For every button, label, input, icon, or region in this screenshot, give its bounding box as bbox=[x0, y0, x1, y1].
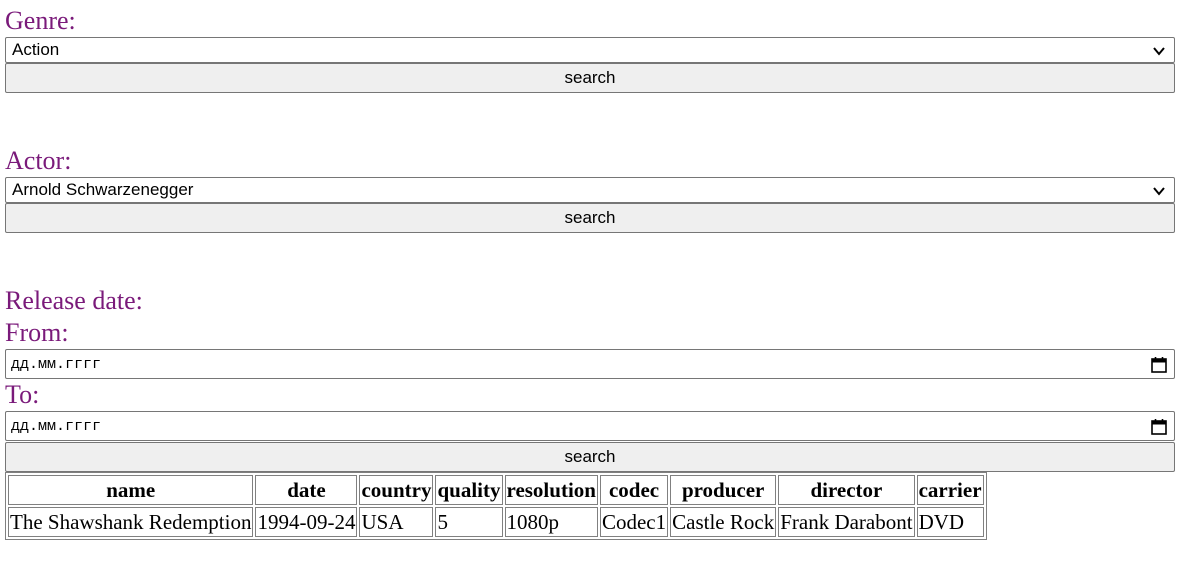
column-header-date: date bbox=[255, 475, 358, 505]
cell-date: 1994-09-24 bbox=[255, 507, 358, 537]
column-header-director: director bbox=[778, 475, 915, 505]
genre-search-button[interactable]: search bbox=[5, 63, 1175, 93]
cell-codec: Codec1 bbox=[599, 507, 669, 537]
genre-label: Genre: bbox=[5, 6, 76, 35]
table-header-row: name date country quality resolution cod… bbox=[8, 475, 984, 505]
column-header-carrier: carrier bbox=[916, 475, 984, 505]
table-row: The Shawshank Redemption 1994-09-24 USA … bbox=[8, 507, 984, 537]
actor-label: Actor: bbox=[5, 146, 72, 175]
column-header-codec: codec bbox=[599, 475, 669, 505]
from-date-input[interactable]: дд.мм.гггг bbox=[5, 349, 1175, 379]
to-date-input[interactable]: дд.мм.гггг bbox=[5, 411, 1175, 441]
from-date-placeholder: дд.мм.гггг bbox=[11, 356, 102, 373]
column-header-quality: quality bbox=[435, 475, 503, 505]
chevron-down-icon bbox=[1153, 187, 1165, 196]
to-label: To: bbox=[5, 380, 40, 409]
from-label: From: bbox=[5, 318, 69, 347]
calendar-icon[interactable] bbox=[1150, 356, 1168, 374]
cell-carrier: DVD bbox=[916, 507, 984, 537]
to-date-placeholder: дд.мм.гггг bbox=[11, 418, 102, 435]
actor-select-value: Arnold Schwarzenegger bbox=[12, 180, 194, 199]
release-search-button[interactable]: search bbox=[5, 442, 1175, 472]
release-date-label: Release date: bbox=[5, 286, 143, 315]
cell-country: USA bbox=[359, 507, 434, 537]
cell-director: Frank Darabont bbox=[778, 507, 915, 537]
column-header-resolution: resolution bbox=[504, 475, 598, 505]
genre-select-value: Action bbox=[12, 40, 60, 59]
results-table: name date country quality resolution cod… bbox=[5, 472, 987, 540]
cell-resolution: 1080p bbox=[504, 507, 598, 537]
actor-search-button[interactable]: search bbox=[5, 203, 1175, 233]
chevron-down-icon bbox=[1153, 47, 1165, 56]
column-header-name: name bbox=[8, 475, 254, 505]
column-header-country: country bbox=[359, 475, 434, 505]
actor-select[interactable]: Arnold Schwarzenegger bbox=[5, 177, 1175, 203]
cell-quality: 5 bbox=[435, 507, 503, 537]
genre-select[interactable]: Action bbox=[5, 37, 1175, 63]
cell-producer: Castle Rock bbox=[670, 507, 777, 537]
cell-name: The Shawshank Redemption bbox=[8, 507, 254, 537]
calendar-icon[interactable] bbox=[1150, 418, 1168, 436]
column-header-producer: producer bbox=[670, 475, 777, 505]
